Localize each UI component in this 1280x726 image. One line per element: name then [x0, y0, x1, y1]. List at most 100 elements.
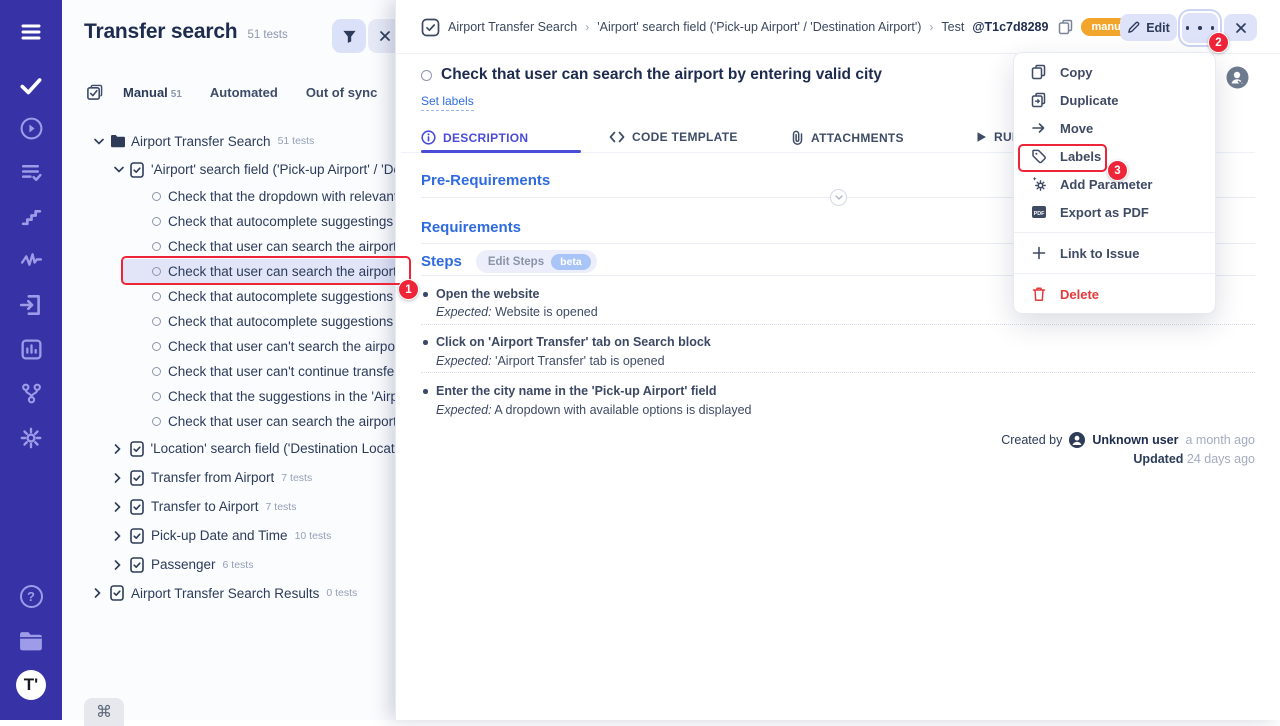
annotation-box-labels: [1018, 144, 1107, 172]
tree-suite-item[interactable]: Transfer from Airport7 tests: [62, 463, 402, 492]
menu-item-delete[interactable]: Delete: [1014, 280, 1215, 308]
copy-id-icon[interactable]: [1058, 19, 1073, 35]
tree-suite-item[interactable]: Passenger6 tests: [62, 550, 402, 579]
beta-badge: beta: [551, 254, 591, 270]
close-panel-button[interactable]: [1224, 14, 1257, 41]
tab-attachments[interactable]: ATTACHMENTS: [791, 130, 904, 145]
pulse-activity-icon[interactable]: [0, 248, 62, 273]
step-expected: Expected: 'Airport Transfer' tab is open…: [436, 354, 665, 368]
step-expected: Expected: Website is opened: [436, 305, 598, 319]
more-actions-menu: Copy Duplicate Move Labels Add Parameter…: [1013, 52, 1216, 314]
app-logo[interactable]: T': [0, 670, 62, 700]
suite-doc-icon: [130, 470, 151, 486]
pencil-icon: [1127, 21, 1140, 34]
test-circle-icon: [152, 317, 161, 326]
tree-panel-title: Transfer search: [84, 20, 237, 44]
tree-suite-item[interactable]: 'Location' search field ('Destination Lo…: [62, 434, 402, 463]
section-pre-requirements: Pre-Requirements: [421, 172, 550, 189]
menu-item-move[interactable]: Move: [1014, 114, 1215, 142]
parameter-gear-icon: [1030, 176, 1047, 192]
test-circle-icon: [152, 242, 161, 251]
suite-doc-icon: [110, 585, 131, 601]
tree-test-item[interactable]: Check that the dropdown with relevant su…: [62, 184, 402, 209]
annotation-badge-2: 2: [1208, 32, 1229, 53]
branch-icon[interactable]: [0, 381, 62, 406]
plans-list-check-icon[interactable]: [0, 160, 62, 185]
chevron-right-icon[interactable]: [114, 444, 130, 454]
close-icon: [1235, 22, 1247, 34]
tree-test-item[interactable]: Check that user can't continue transfer …: [62, 359, 402, 384]
test-circle-icon: [152, 292, 161, 301]
milestones-steps-icon[interactable]: [0, 204, 62, 229]
breadcrumb-item[interactable]: 'Airport' search field ('Pick-up Airport…: [597, 20, 921, 34]
help-icon[interactable]: ?: [0, 585, 62, 608]
chevron-right-icon[interactable]: [94, 588, 110, 598]
test-circle-icon: [152, 342, 161, 351]
runs-play-icon[interactable]: [0, 116, 62, 141]
active-tab-underline: [421, 150, 581, 153]
filter-button[interactable]: [332, 19, 366, 53]
breadcrumb-item[interactable]: Airport Transfer Search: [448, 20, 577, 34]
tab-manual[interactable]: Manual51: [123, 85, 182, 100]
menu-icon[interactable]: [0, 20, 62, 44]
chevron-down-icon[interactable]: [94, 138, 110, 145]
collapse-section-button[interactable]: [830, 189, 847, 206]
menu-item-export-pdf[interactable]: PDF Export as PDF: [1014, 198, 1215, 226]
analytics-chart-icon[interactable]: [0, 337, 62, 362]
tree-suite-item[interactable]: 'Airport' search field ('Pick-up Airport…: [62, 155, 402, 184]
tab-out-of-sync[interactable]: Out of sync: [306, 85, 378, 100]
paperclip-icon: [791, 130, 804, 145]
projects-folder-icon[interactable]: [0, 629, 62, 653]
tab-code-template[interactable]: CODE TEMPLATE: [609, 130, 738, 144]
tree-suite-item[interactable]: Airport Transfer Search Results0 tests: [62, 579, 402, 607]
tab-automated[interactable]: Automated: [210, 85, 278, 100]
tree-test-item[interactable]: Check that the suggestions in the 'Airpo…: [62, 384, 402, 409]
edit-button[interactable]: Edit: [1120, 14, 1177, 41]
step-divider: [421, 324, 1255, 325]
tree-test-item[interactable]: Check that user can't search the airport…: [62, 334, 402, 359]
pdf-icon: PDF: [1030, 205, 1047, 219]
chevron-right-icon[interactable]: [114, 473, 130, 483]
menu-item-copy[interactable]: Copy: [1014, 58, 1215, 86]
breadcrumb-separator: ›: [929, 20, 933, 34]
trash-icon: [1030, 286, 1047, 302]
menu-divider: [1014, 273, 1215, 274]
creator-avatar-icon: [1069, 432, 1085, 448]
test-title: Check that user can search the airport b…: [441, 66, 882, 84]
tree-suite-item[interactable]: Pick-up Date and Time10 tests: [62, 521, 402, 550]
tree-test-item[interactable]: Check that autocomplete suggestions are …: [62, 309, 402, 334]
edit-steps-button[interactable]: Edit Steps beta: [476, 250, 597, 273]
annotation-badge-3: 3: [1107, 160, 1128, 181]
tests-check-icon[interactable]: [0, 73, 62, 99]
settings-gear-icon[interactable]: [0, 425, 62, 451]
step-bullet: [423, 389, 428, 394]
created-by-user: Unknown user: [1092, 433, 1178, 447]
chevron-right-icon[interactable]: [114, 531, 130, 541]
step-action: Open the website: [436, 287, 540, 301]
arrow-right-icon: [1030, 121, 1047, 135]
tree-test-item[interactable]: Check that autocomplete suggestings are …: [62, 209, 402, 234]
chevron-right-icon[interactable]: [114, 502, 130, 512]
batch-select-icon[interactable]: [86, 84, 103, 101]
command-shortcut-button[interactable]: ⌘: [84, 698, 124, 726]
set-labels-link[interactable]: Set labels: [421, 94, 474, 111]
annotation-box-selected-test: [121, 256, 411, 285]
assignee-avatar[interactable]: [1226, 66, 1249, 94]
tree-test-item[interactable]: Check that autocomplete suggestions are …: [62, 284, 402, 309]
chevron-right-icon[interactable]: [114, 560, 130, 570]
test-detail-header: Airport Transfer Search › 'Airport' sear…: [396, 0, 1280, 54]
tree-suite-item[interactable]: Transfer to Airport7 tests: [62, 492, 402, 521]
menu-item-duplicate[interactable]: Duplicate: [1014, 86, 1215, 114]
breadcrumb-test-label: Test: [941, 20, 964, 34]
import-icon[interactable]: [0, 292, 62, 318]
tree-test-item[interactable]: Check that user can search the airport b…: [62, 409, 402, 434]
menu-item-link-to-issue[interactable]: Link to Issue: [1014, 239, 1215, 267]
tree-folder-item[interactable]: Airport Transfer Search51 tests: [62, 127, 402, 155]
test-circle-icon: [152, 217, 161, 226]
step-expected: Expected: A dropdown with available opti…: [436, 403, 752, 417]
chevron-down-icon[interactable]: [114, 166, 130, 173]
code-icon: [609, 131, 625, 143]
tree-panel-count: 51 tests: [247, 29, 287, 41]
breadcrumb: Airport Transfer Search › 'Airport' sear…: [421, 0, 1140, 54]
tab-description[interactable]: DESCRIPTION: [421, 130, 528, 145]
